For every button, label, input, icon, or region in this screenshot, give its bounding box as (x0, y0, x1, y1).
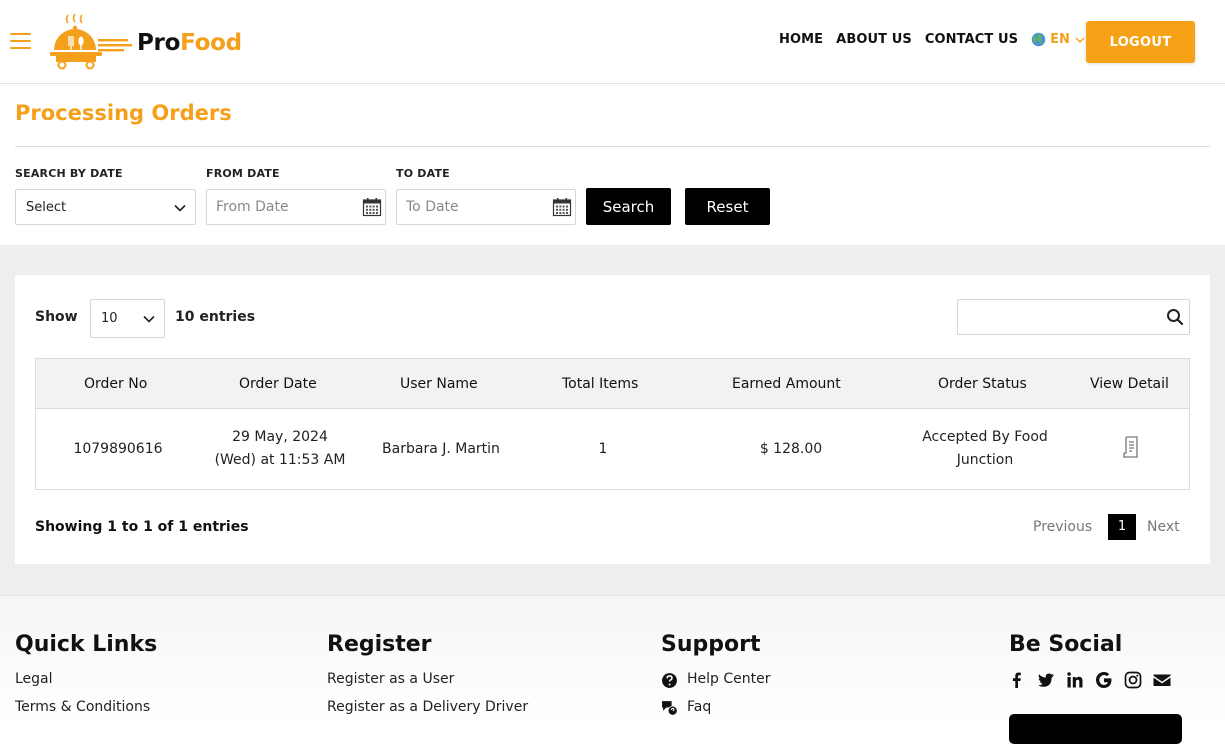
footer-link-register-driver[interactable]: Register as a Delivery Driver (327, 699, 528, 715)
chevron-down-icon (143, 315, 155, 323)
cell-user-name: Barbara J. Martin (382, 441, 500, 457)
from-date-field[interactable] (206, 189, 386, 225)
table-row: 1079890616 29 May, 2024 (Wed) at 11:53 A… (36, 409, 1189, 489)
pagination-previous[interactable]: Previous (1033, 519, 1092, 535)
cell-total-items: 1 (598, 441, 608, 457)
help-circle-icon (662, 673, 677, 688)
brand-food: Food (180, 30, 242, 56)
faq-icon (662, 701, 678, 716)
title-divider (15, 146, 1210, 147)
table-search-field[interactable] (957, 299, 1190, 335)
column-header[interactable]: Total Items (562, 376, 638, 392)
from-date-input[interactable] (207, 190, 357, 224)
footer (0, 595, 1225, 722)
to-date-field[interactable] (396, 189, 576, 225)
app-store-badge[interactable] (1009, 714, 1182, 744)
chevron-down-icon (1075, 37, 1085, 43)
entries-per-page-select[interactable]: 10 (90, 299, 165, 338)
brand-pro: Pro (137, 30, 181, 56)
search-button[interactable]: Search (586, 188, 671, 225)
receipt-icon[interactable] (1121, 435, 1141, 459)
calendar-icon[interactable] (362, 197, 382, 217)
cell-earned-amount: $ 128.00 (759, 441, 823, 457)
orders-table: Order No Order Date User Name Total Item… (35, 358, 1190, 490)
top-header: ProFood HOME ABOUT US CONTACT US EN LOGO… (0, 0, 1225, 84)
table-info-text: Showing 1 to 1 of 1 entries (35, 519, 249, 535)
reset-button[interactable]: Reset (685, 188, 770, 225)
page-title: Processing Orders (15, 101, 232, 125)
globe-icon (1031, 32, 1046, 47)
footer-link-terms[interactable]: Terms & Conditions (15, 699, 150, 715)
column-header[interactable]: Order Status (938, 376, 1027, 392)
footer-register-title: Register (327, 632, 432, 657)
linkedin-icon[interactable] (1066, 671, 1084, 689)
column-header[interactable]: Order Date (239, 376, 317, 392)
footer-link-faq[interactable]: Faq (687, 699, 711, 715)
envelope-icon[interactable] (1153, 671, 1171, 689)
search-by-date-label: SEARCH BY DATE (15, 167, 123, 180)
language-code: EN (1050, 32, 1070, 47)
main-nav: HOME ABOUT US CONTACT US EN (779, 32, 1085, 47)
pagination-page-current[interactable]: 1 (1108, 514, 1136, 540)
search-by-date-select[interactable]: Select (15, 189, 196, 225)
from-date-label: FROM DATE (206, 167, 280, 180)
to-date-label: TO DATE (396, 167, 450, 180)
column-header[interactable]: Order No (84, 376, 147, 392)
logo-food-cart-icon[interactable] (48, 12, 134, 72)
cell-order-no: 1079890616 (73, 441, 163, 457)
cell-order-date-line2: (Wed) at 11:53 AM (214, 452, 346, 468)
nav-contact-us[interactable]: CONTACT US (925, 32, 1018, 47)
to-date-input[interactable] (397, 190, 547, 224)
nav-about-us[interactable]: ABOUT US (836, 32, 912, 47)
brand-name[interactable]: ProFood (137, 30, 242, 56)
logout-button[interactable]: LOGOUT (1086, 21, 1195, 63)
social-links (1008, 671, 1182, 689)
search-icon[interactable] (1166, 308, 1184, 326)
footer-support-title: Support (661, 632, 761, 657)
column-header[interactable]: User Name (400, 376, 478, 392)
cell-status-line2: Junction (956, 452, 1014, 468)
chevron-down-icon (174, 204, 186, 212)
column-header[interactable]: Earned Amount (732, 376, 841, 392)
column-header[interactable]: View Detail (1090, 376, 1169, 392)
facebook-icon[interactable] (1008, 671, 1026, 689)
nav-home[interactable]: HOME (779, 32, 823, 47)
entries-label: 10 entries (175, 309, 256, 325)
table-header-row: Order No Order Date User Name Total Item… (36, 359, 1189, 409)
calendar-icon[interactable] (552, 197, 572, 217)
footer-quick-links-title: Quick Links (15, 632, 158, 657)
entries-per-page-value: 10 (101, 311, 118, 326)
table-search-input[interactable] (958, 300, 1158, 334)
footer-link-register-user[interactable]: Register as a User (327, 671, 454, 687)
search-by-date-value: Select (26, 200, 67, 215)
pagination-next[interactable]: Next (1147, 519, 1180, 535)
footer-social-title: Be Social (1009, 632, 1123, 657)
footer-link-legal[interactable]: Legal (15, 671, 53, 687)
twitter-icon[interactable] (1037, 671, 1055, 689)
cell-status-line1: Accepted By Food (922, 429, 1048, 445)
google-icon[interactable] (1095, 671, 1113, 689)
cell-order-date-line1: 29 May, 2024 (232, 429, 328, 445)
footer-link-help-center[interactable]: Help Center (687, 671, 771, 687)
show-label: Show (35, 309, 78, 325)
language-selector[interactable]: EN (1031, 32, 1085, 47)
hamburger-menu-icon[interactable] (10, 32, 31, 50)
instagram-icon[interactable] (1124, 671, 1142, 689)
